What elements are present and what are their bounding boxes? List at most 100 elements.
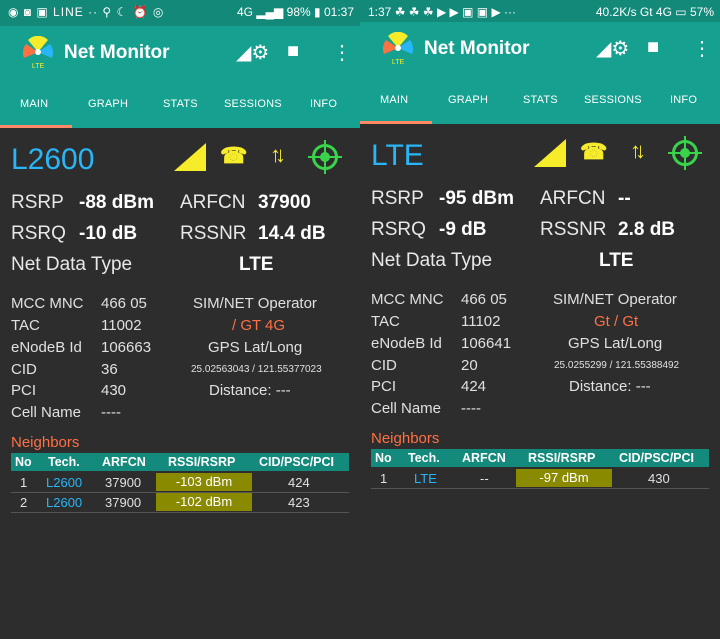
svg-text:LTE: LTE <box>392 59 405 66</box>
cell-name-label: Cell Name <box>371 400 442 417</box>
rsrq-label: RSRQ <box>371 219 426 240</box>
tab-main[interactable]: MAIN <box>380 94 408 106</box>
rsrp-value: -95 dBm <box>439 188 514 209</box>
neighbor-row: 1 L2600 37900 -103 dBm 424 <box>11 472 349 493</box>
up-down-arrows-icon: ↑↓ <box>630 138 646 163</box>
status-icons: ☘ ☘ ☘ ▶ ▶ ▣ ▣ ▶ ··· <box>394 5 516 19</box>
rsrq-label: RSRQ <box>11 223 66 244</box>
gps-crosshair <box>324 140 326 174</box>
neighbor-tech: LTE <box>414 471 437 486</box>
app-title: Net Monitor <box>424 38 530 59</box>
stop-icon[interactable]: ■ <box>287 40 299 63</box>
operator-label: SIM/NET Operator <box>193 295 317 312</box>
col-arfcn: ARFCN <box>462 451 506 465</box>
network-type: 4G <box>236 5 253 19</box>
arfcn-label: ARFCN <box>540 188 606 209</box>
neighbor-row: 1 LTE -- -97 dBm 430 <box>371 468 709 489</box>
signal-settings-icon[interactable]: ◢⚙ <box>236 40 269 65</box>
rssnr-value: 2.8 dB <box>618 219 676 240</box>
net-data-type-label: Net Data Type <box>11 254 133 275</box>
enodeb-label: eNodeB Id <box>11 339 82 356</box>
col-no: No <box>15 455 32 469</box>
pci-value: 430 <box>101 382 127 399</box>
net-data-type-value: LTE <box>599 250 634 271</box>
col-pci: CID/PSC/PCI <box>619 451 695 465</box>
overflow-menu-icon[interactable]: ⋮ <box>692 36 712 61</box>
app-title: Net Monitor <box>64 42 170 63</box>
neighbors-header: No Tech. ARFCN RSSI/RSRP CID/PSC/PCI <box>11 453 349 471</box>
neighbor-rsrp: -102 dBm <box>156 493 252 511</box>
distance: Distance: --- <box>209 382 291 399</box>
neighbor-pci: 423 <box>288 495 310 510</box>
col-pci: CID/PSC/PCI <box>259 455 335 469</box>
pci-label: PCI <box>11 382 37 399</box>
arfcn-value: -- <box>618 188 631 209</box>
tab-bar: MAIN GRAPH STATS SESSIONS INFO <box>360 78 720 124</box>
signal-triangle-icon <box>174 143 206 171</box>
signal-settings-icon[interactable]: ◢⚙ <box>596 36 629 61</box>
mcc-mnc-value: 466 05 <box>461 291 507 308</box>
enodeb-value: 106641 <box>461 335 512 352</box>
cell-name-value: ---- <box>101 404 121 421</box>
neighbor-pci: 424 <box>288 475 310 490</box>
col-rsrp: RSSI/RSRP <box>528 451 596 465</box>
cell-name-label: Cell Name <box>11 404 82 421</box>
neighbors-title: Neighbors <box>371 430 440 447</box>
overflow-menu-icon[interactable]: ⋮ <box>332 40 352 65</box>
rsrq-value: -9 dB <box>439 219 487 240</box>
operator-label: SIM/NET Operator <box>553 291 677 308</box>
cell-name-value: ---- <box>461 400 481 417</box>
mcc-mnc-value: 466 05 <box>101 295 147 312</box>
neighbor-pci: 430 <box>648 471 670 486</box>
neighbors-header: No Tech. ARFCN RSSI/RSRP CID/PSC/PCI <box>371 449 709 467</box>
rsrp-value: -88 dBm <box>79 192 154 213</box>
tab-stats[interactable]: STATS <box>163 98 198 110</box>
tab-info[interactable]: INFO <box>310 98 337 110</box>
pci-label: PCI <box>371 378 397 395</box>
mcc-mnc-label: MCC MNC <box>11 295 84 312</box>
tab-main[interactable]: MAIN <box>20 98 48 110</box>
signal-bars-icon: ▂▄▆ <box>256 5 284 19</box>
rssnr-value: 14.4 dB <box>258 223 326 244</box>
col-no: No <box>375 451 392 465</box>
neighbor-rsrp: -103 dBm <box>156 473 252 491</box>
neighbor-arfcn: 37900 <box>105 495 142 510</box>
stop-icon[interactable]: ■ <box>647 36 659 59</box>
clock: 01:37 <box>323 5 354 19</box>
tac-value: 11102 <box>461 313 501 330</box>
tab-info[interactable]: INFO <box>670 94 697 106</box>
arfcn-value: 37900 <box>258 192 311 213</box>
tab-sessions[interactable]: SESSIONS <box>224 98 282 110</box>
tac-label: TAC <box>11 317 40 334</box>
col-arfcn: ARFCN <box>102 455 146 469</box>
tac-label: TAC <box>371 313 400 330</box>
tab-bar: MAIN GRAPH STATS SESSIONS INFO <box>0 82 360 128</box>
cid-label: CID <box>11 361 37 378</box>
tab-stats[interactable]: STATS <box>523 94 558 106</box>
pci-value: 424 <box>461 378 487 395</box>
signal-triangle-icon <box>534 139 566 167</box>
tab-graph[interactable]: GRAPH <box>88 98 128 110</box>
carrier: Gt 4G <box>639 5 672 19</box>
tab-graph[interactable]: GRAPH <box>448 94 488 106</box>
neighbor-tech: L2600 <box>46 495 83 510</box>
technology-label: LTE <box>371 139 424 172</box>
clock: 1:37 <box>368 5 392 19</box>
cid-value: 36 <box>101 361 118 378</box>
gps-label: GPS Lat/Long <box>208 339 303 356</box>
tab-indicator <box>360 121 432 124</box>
rsrq-value: -10 dB <box>79 223 138 244</box>
neighbor-no: 1 <box>380 471 388 486</box>
col-tech: Tech. <box>408 451 440 465</box>
neighbors-title: Neighbors <box>11 434 80 451</box>
col-rsrp: RSSI/RSRP <box>168 455 236 469</box>
distance: Distance: --- <box>569 378 651 395</box>
tab-sessions[interactable]: SESSIONS <box>584 94 642 106</box>
battery-level: 98% <box>286 5 311 19</box>
status-icons: ◉ ◙ ▣ LINE ·· ⚲ ☾ ⏰ ◎ <box>8 5 165 19</box>
battery-level: 57% <box>689 5 714 19</box>
status-right: 4G ▂▄▆ 98% ▮ 01:37 <box>237 5 354 19</box>
enodeb-label: eNodeB Id <box>371 335 442 352</box>
neighbor-no: 1 <box>20 475 28 490</box>
gps-value: 25.0255299 / 121.55388492 <box>554 360 680 371</box>
